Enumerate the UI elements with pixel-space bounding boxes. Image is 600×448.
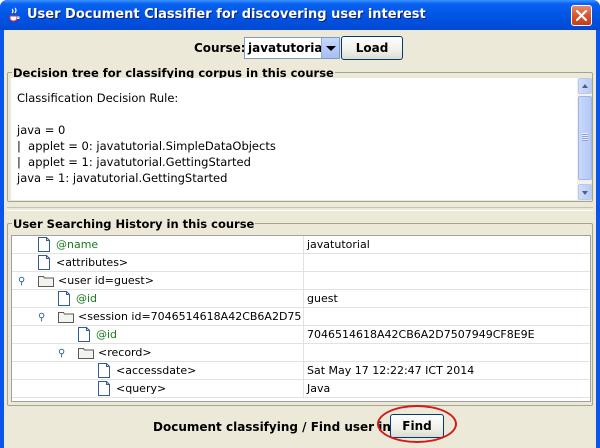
- tree-row[interactable]: <accessdate> Sat May 17 12:22:47 ICT 2014: [12, 362, 590, 380]
- column-divider: [303, 290, 304, 308]
- chevron-down-icon[interactable]: [321, 38, 339, 58]
- document-icon: [98, 381, 110, 396]
- folder-icon: [58, 311, 74, 323]
- title-bar[interactable]: User Document Classifier for discovering…: [0, 0, 600, 30]
- java-cup-icon: [9, 7, 20, 22]
- close-icon: [575, 9, 588, 22]
- tree-row[interactable]: ⚲ <session id=7046514618A42CB6A2D75: [12, 308, 590, 326]
- rule-line: | applet = 1: javatutorial.GettingStarte…: [17, 155, 251, 169]
- tree-row[interactable]: @name javatutorial: [12, 236, 590, 254]
- tree-node-label: <attributes>: [56, 256, 129, 269]
- tree-node-value: guest: [307, 292, 338, 305]
- tree-node-value: Sat May 17 12:22:47 ICT 2014: [307, 364, 475, 377]
- tree-row[interactable]: @id 7046514618A42CB6A2D7507949CF8E9E: [12, 326, 590, 344]
- column-divider: [303, 344, 304, 362]
- tree-node-label: <user id=guest>: [58, 274, 154, 287]
- column-divider: [303, 254, 304, 272]
- column-divider: [303, 380, 304, 398]
- tree-node-label: <accessdate>: [116, 364, 197, 377]
- find-button-highlight: [377, 405, 457, 443]
- load-button[interactable]: Load: [341, 36, 403, 60]
- rule-line: java = 1: javatutorial.GettingStarted: [17, 171, 228, 185]
- scroll-thumb[interactable]: [578, 96, 592, 180]
- app-window: User Document Classifier for discovering…: [0, 0, 600, 448]
- column-divider: [303, 308, 304, 326]
- decision-tree-panel: Decision tree for classifying corpus in …: [7, 66, 593, 202]
- client-area: Course: javatutorial Load Decision tree …: [4, 30, 596, 448]
- document-icon: [78, 327, 90, 342]
- tree-expand-toggle-icon[interactable]: ⚲: [18, 276, 25, 287]
- tree-row[interactable]: @id guest: [12, 290, 590, 308]
- column-divider: [303, 326, 304, 344]
- vertical-scrollbar[interactable]: [577, 78, 592, 200]
- tree-node-label: @id: [96, 328, 118, 341]
- rule-line: Classification Decision Rule:: [17, 91, 179, 105]
- folder-icon: [78, 347, 94, 359]
- scroll-down-arrow-icon[interactable]: [578, 184, 592, 200]
- split-pane-divider[interactable]: [7, 205, 593, 211]
- tree-row[interactable]: <query> Java: [12, 380, 590, 398]
- tree-node-value: javatutorial: [307, 238, 370, 251]
- tree-expand-toggle-icon[interactable]: ⚲: [38, 312, 45, 323]
- tree-node-label: @id: [76, 292, 98, 305]
- scroll-up-arrow-icon[interactable]: [578, 78, 592, 94]
- document-icon: [58, 291, 70, 306]
- tree-row[interactable]: ⚲ <record>: [12, 344, 590, 362]
- course-dropdown[interactable]: javatutorial: [244, 37, 340, 59]
- tree-node-value: Java: [307, 382, 331, 395]
- search-history-panel: User Searching History in this course @n…: [7, 217, 593, 406]
- window-title: User Document Classifier for discovering…: [27, 7, 426, 22]
- folder-icon: [38, 275, 54, 287]
- tree-node-value: 7046514618A42CB6A2D7507949CF8E9E: [307, 328, 535, 341]
- decision-rule-textarea[interactable]: Classification Decision Rule: java = 0 |…: [11, 78, 577, 200]
- close-button[interactable]: [571, 5, 592, 26]
- course-selected-value: javatutorial: [248, 41, 327, 55]
- column-divider: [303, 272, 304, 290]
- column-divider: [303, 236, 304, 254]
- document-icon: [38, 237, 50, 252]
- tree-node-label: @name: [56, 238, 99, 251]
- tree-row[interactable]: ⚲ <user id=guest>: [12, 272, 590, 290]
- tree-expand-toggle-icon[interactable]: ⚲: [58, 348, 65, 359]
- rule-line: | applet = 0: javatutorial.SimpleDataObj…: [17, 139, 276, 153]
- search-history-panel-title: User Searching History in this course: [12, 217, 256, 231]
- rule-line: java = 0: [17, 123, 66, 137]
- history-tree-table[interactable]: @name javatutorial <attributes> ⚲ <user id=g…: [11, 235, 591, 402]
- tree-row[interactable]: <attributes>: [12, 254, 590, 272]
- tree-node-label: <record>: [98, 346, 152, 359]
- tree-node-label: <session id=7046514618A42CB6A2D75: [78, 310, 301, 323]
- course-label: Course:: [194, 41, 246, 55]
- column-divider: [303, 362, 304, 380]
- document-icon: [38, 255, 50, 270]
- document-icon: [98, 363, 110, 378]
- tree-node-label: <query>: [116, 382, 167, 395]
